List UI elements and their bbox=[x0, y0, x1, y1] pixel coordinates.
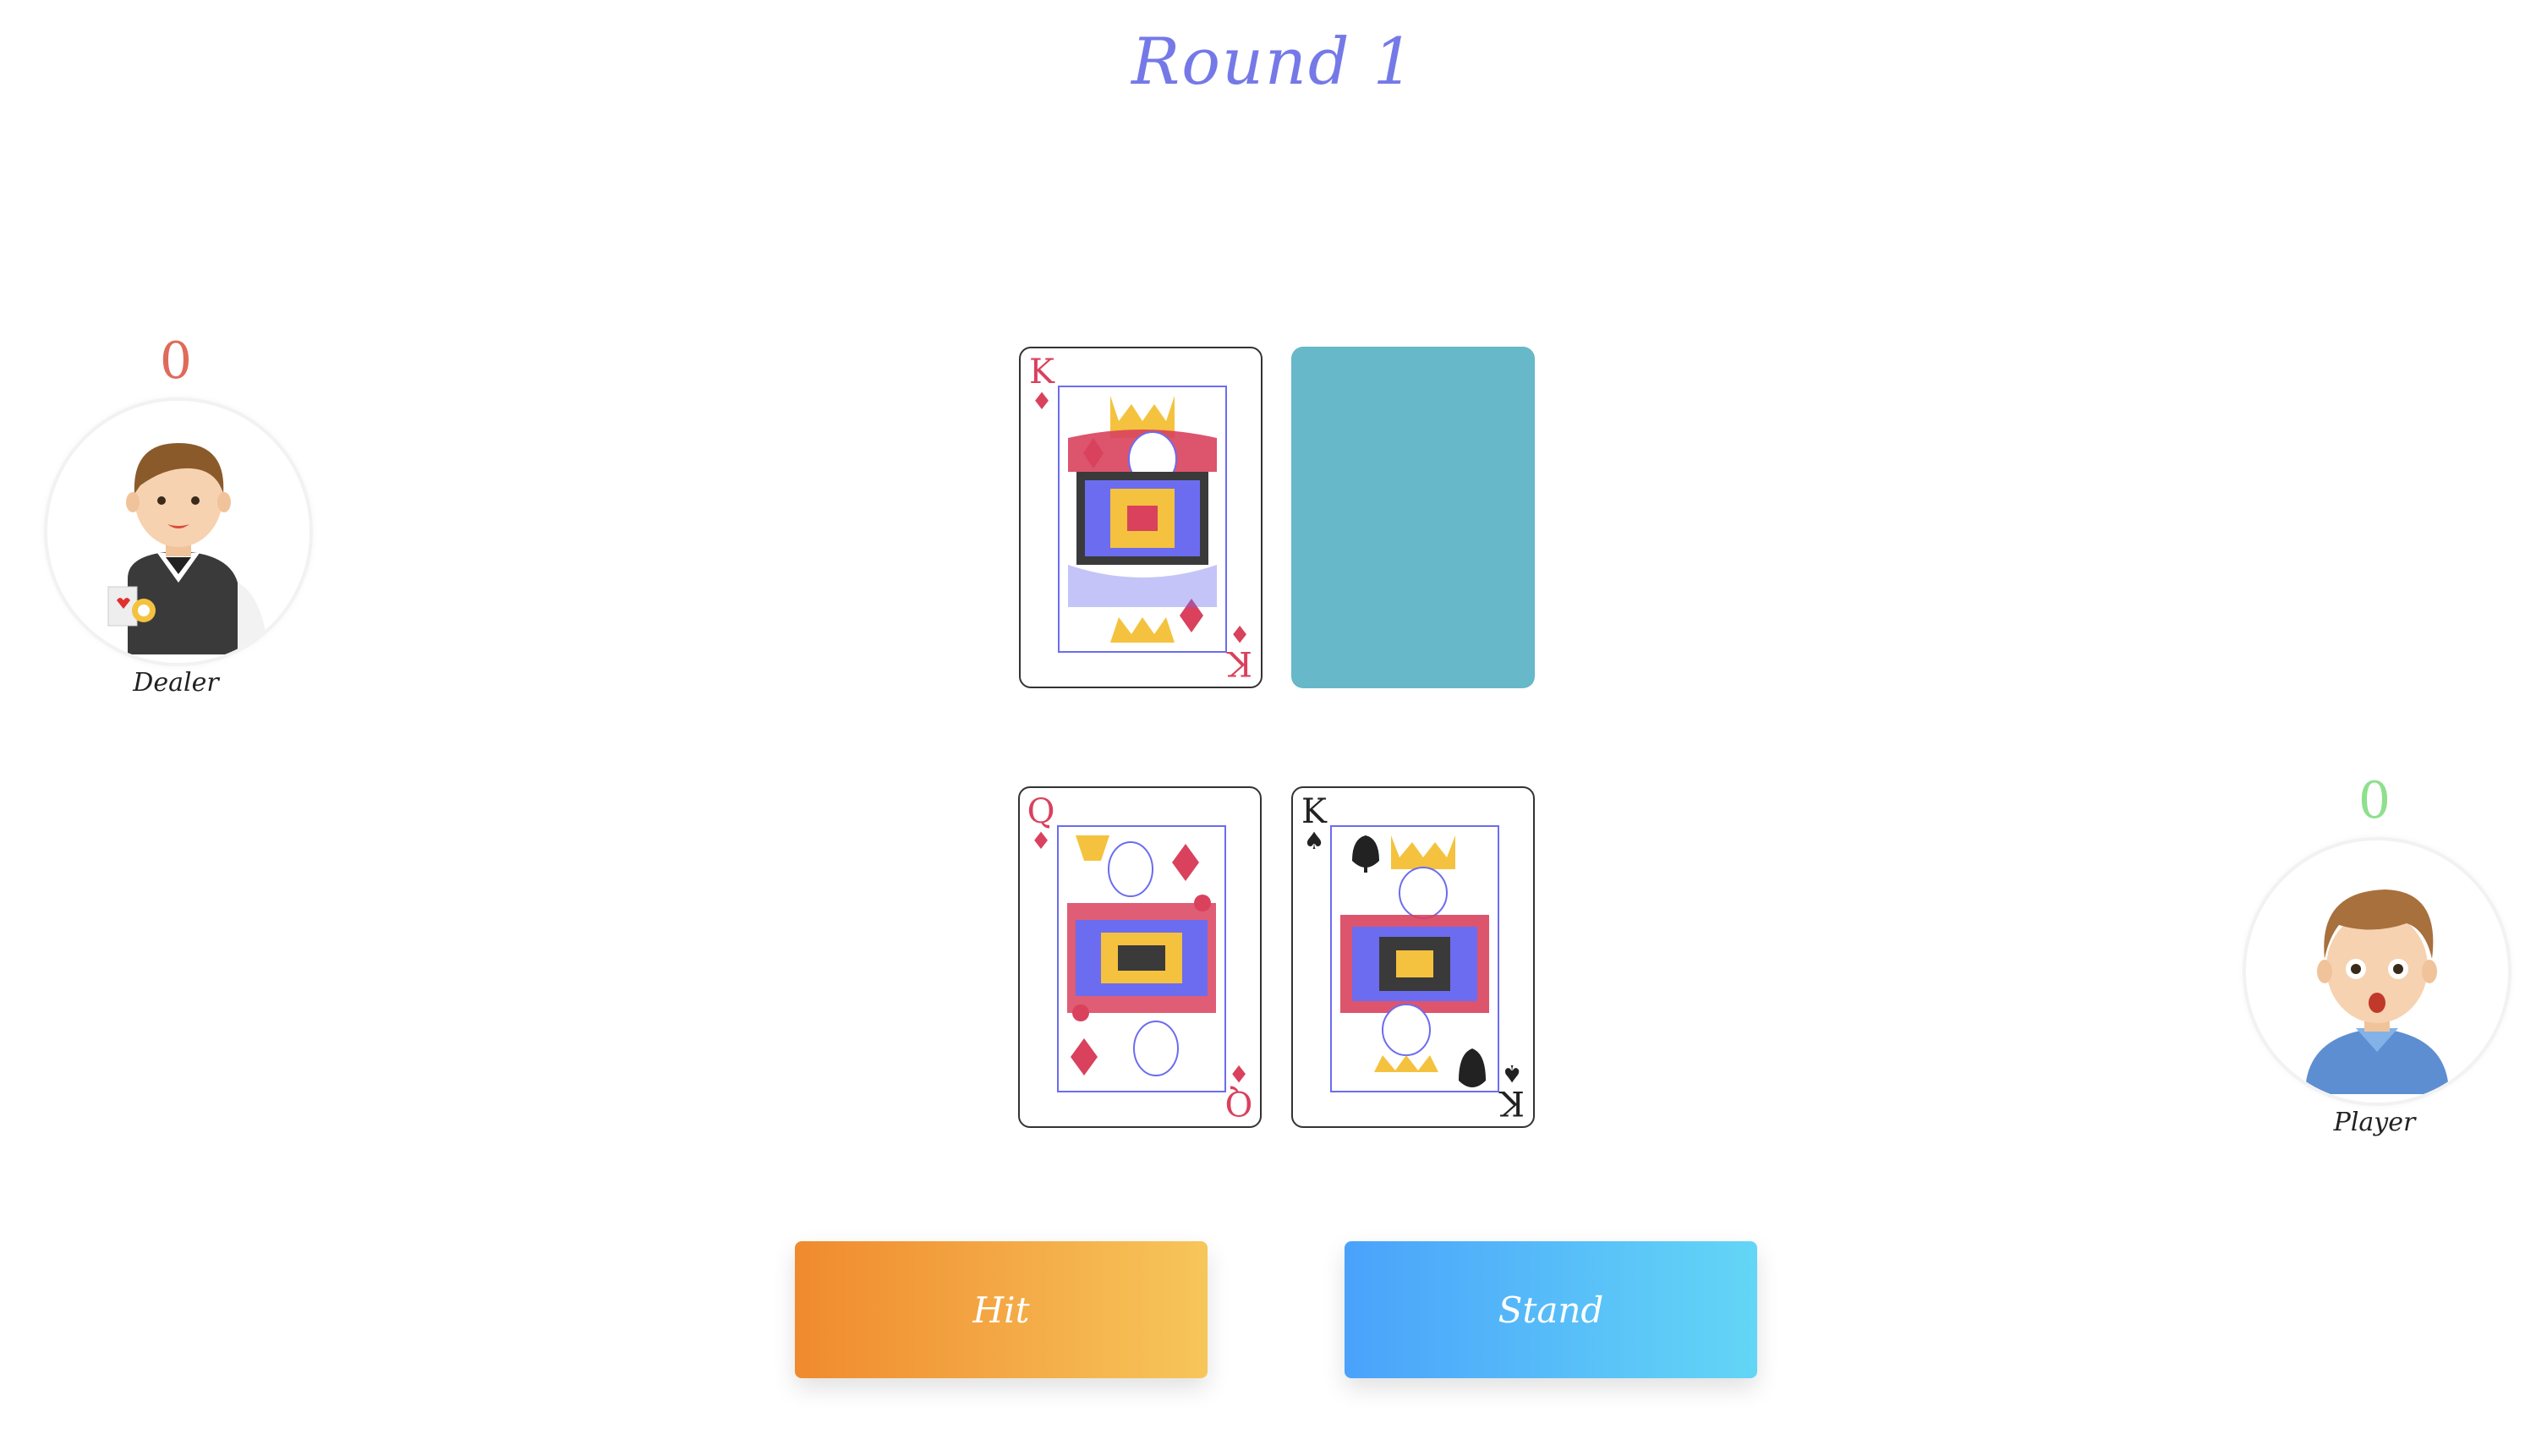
king-of-spades-face bbox=[1330, 825, 1499, 1092]
diamond-icon: ♦ bbox=[1031, 387, 1053, 415]
player-avatar-icon bbox=[2305, 889, 2449, 1094]
spade-icon: ♠ bbox=[1501, 1059, 1523, 1087]
stand-button[interactable]: Stand bbox=[1345, 1241, 1757, 1378]
card-corner: K ♠ bbox=[1498, 1059, 1526, 1122]
player-avatar bbox=[2243, 837, 2511, 1106]
card-corner: K ♦ bbox=[1225, 620, 1254, 682]
dealer-avatar bbox=[44, 397, 313, 666]
card-rank: K bbox=[1499, 1083, 1525, 1122]
hit-button[interactable]: Hit bbox=[795, 1241, 1208, 1378]
dealer-score: 0 bbox=[159, 331, 193, 391]
dealer-avatar-icon bbox=[107, 443, 269, 654]
queen-of-diamonds-face bbox=[1057, 825, 1226, 1092]
spade-icon: ♠ bbox=[1303, 827, 1325, 855]
card-rank: Q bbox=[1224, 1083, 1253, 1122]
card-corner: K ♦ bbox=[1027, 355, 1056, 414]
king-of-diamonds-face bbox=[1058, 386, 1227, 653]
round-title: Round 1 bbox=[1131, 24, 1416, 99]
player-card-1: Q ♦ Q ♦ bbox=[1018, 786, 1262, 1128]
game-table: Round 1 0 Dealer 0 Player K ♦ K ♦ Q ♦ Q … bbox=[0, 0, 2547, 1456]
card-rank: K bbox=[1029, 353, 1054, 391]
player-name: Player bbox=[2333, 1108, 2416, 1137]
dealer-name: Dealer bbox=[133, 668, 219, 698]
player-score: 0 bbox=[2358, 771, 2391, 830]
card-rank: K bbox=[1227, 643, 1252, 682]
dealer-card-2-hidden bbox=[1291, 347, 1535, 688]
card-rank: Q bbox=[1027, 792, 1055, 831]
diamond-icon: ♦ bbox=[1229, 620, 1251, 648]
diamond-icon: ♦ bbox=[1228, 1059, 1250, 1087]
card-rank: K bbox=[1301, 792, 1327, 831]
card-corner: Q ♦ bbox=[1224, 1059, 1253, 1122]
player-card-2: K ♠ K ♠ bbox=[1291, 786, 1535, 1128]
diamond-icon: ♦ bbox=[1030, 827, 1052, 855]
dealer-card-1: K ♦ K ♦ bbox=[1019, 347, 1263, 688]
card-corner: Q ♦ bbox=[1027, 795, 1055, 854]
card-corner: K ♠ bbox=[1300, 795, 1328, 854]
